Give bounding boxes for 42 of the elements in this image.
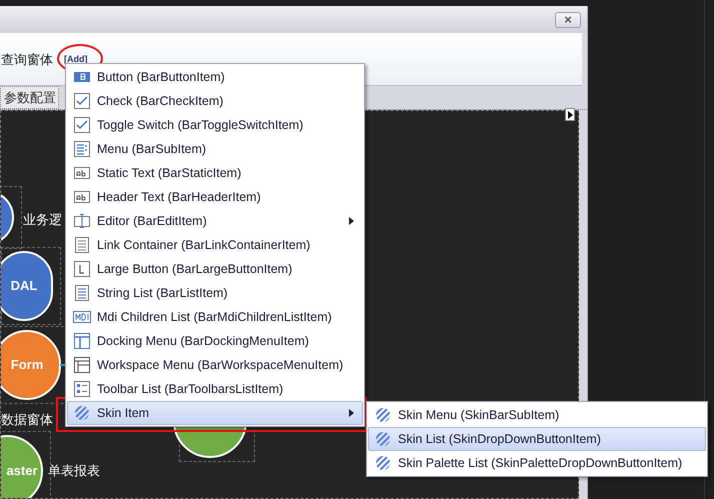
node-label: aster <box>6 462 38 480</box>
window-icon <box>74 333 90 349</box>
menu-item[interactable]: Check (BarCheckItem) <box>67 89 363 113</box>
node-label: DAL <box>10 277 38 296</box>
text-label-icon <box>74 191 90 203</box>
menu-item[interactable]: Static Text (BarStaticItem) <box>67 161 363 185</box>
checkbox-icon <box>74 93 90 109</box>
menu-item[interactable]: Skin Menu (SkinBarSubItem) <box>368 403 706 427</box>
menu-item[interactable]: Editor (BarEditItem) <box>67 209 363 233</box>
toolbar-list-icon <box>74 381 90 397</box>
menu-item[interactable]: Docking Menu (BarDockingMenuItem) <box>67 329 363 353</box>
menu-item[interactable]: String List (BarListItem) <box>67 281 363 305</box>
windows-icon <box>74 357 90 373</box>
menu-item[interactable]: Toolbar List (BarToolbarsListItem) <box>67 377 363 401</box>
menu-item[interactable]: Header Text (BarHeaderItem) <box>67 185 363 209</box>
tab[interactable]: 参数配置 <box>0 86 59 109</box>
menu-item[interactable]: Skin Palette List (SkinPaletteDropDownButtonItem) <box>368 451 706 475</box>
close-button[interactable]: × <box>555 12 581 28</box>
menu-item[interactable]: Workspace Menu (BarWorkspaceMenuItem) <box>67 353 363 377</box>
node-caption: 业务逻 <box>23 211 62 229</box>
checkbox-icon <box>74 117 90 133</box>
menu-item[interactable]: Skin List (SkinDropDownButtonItem) <box>368 427 706 451</box>
menu-item[interactable]: Large Button (BarLargeButtonItem) <box>67 257 363 281</box>
text-field-icon <box>74 214 90 228</box>
menu-item[interactable]: Toggle Switch (BarToggleSwitchItem) <box>67 113 363 137</box>
node-label: Form <box>10 356 44 374</box>
menu-item[interactable]: Skin Item <box>67 401 363 425</box>
menu-item[interactable]: Link Container (BarLinkContainerItem) <box>67 233 363 257</box>
menu-item[interactable]: Mdi Children List (BarMdiChildrenListItem) <box>67 305 363 329</box>
list-icon <box>75 285 89 301</box>
document-icon <box>75 237 89 253</box>
menu-list-icon <box>74 141 90 157</box>
menu-item[interactable]: Button (BarButtonItem) <box>67 65 363 89</box>
node-caption: 数据窗体 <box>1 411 53 429</box>
mdi-icon <box>73 311 91 323</box>
button-icon <box>74 69 90 85</box>
text-label-icon <box>74 167 90 179</box>
scroll-arrow-icon[interactable] <box>565 108 575 121</box>
letter-box-icon <box>74 261 90 277</box>
node-caption: 单表报表 <box>48 462 100 480</box>
menu-item[interactable]: Menu (BarSubItem) <box>67 137 363 161</box>
form-title: 查询窗体 <box>1 51 53 69</box>
